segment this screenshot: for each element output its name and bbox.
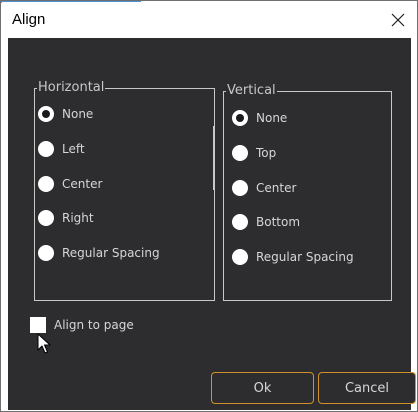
radio-label: Center xyxy=(256,181,297,195)
radio-label: Right xyxy=(62,211,94,225)
close-icon xyxy=(391,13,405,27)
group-divider xyxy=(213,126,214,190)
radio-horizontal-regular-spacing[interactable]: Regular Spacing xyxy=(38,243,160,263)
radio-button[interactable] xyxy=(232,249,248,265)
radio-button[interactable] xyxy=(38,210,54,226)
radio-horizontal-none[interactable]: None xyxy=(38,104,93,124)
radio-vertical-bottom[interactable]: Bottom xyxy=(232,212,300,232)
radio-label: None xyxy=(256,111,288,125)
radio-horizontal-right[interactable]: Right xyxy=(38,208,94,228)
window-title: Align xyxy=(12,11,46,28)
radio-button[interactable] xyxy=(232,145,248,161)
radio-button[interactable] xyxy=(38,245,54,261)
radio-vertical-none[interactable]: None xyxy=(232,108,287,128)
radio-label: Regular Spacing xyxy=(62,246,160,260)
radio-button[interactable] xyxy=(232,180,248,196)
radio-button[interactable] xyxy=(232,214,248,230)
radio-vertical-center[interactable]: Center xyxy=(232,178,296,198)
radio-label: None xyxy=(62,107,94,121)
cancel-button[interactable]: Cancel xyxy=(318,372,416,404)
horizontal-legend: Horizontal xyxy=(37,80,106,95)
checkbox-label: Align to page xyxy=(54,318,134,332)
checkbox-box[interactable] xyxy=(30,317,46,333)
mouse-pointer-icon xyxy=(37,333,51,354)
ok-button[interactable]: Ok xyxy=(211,372,314,404)
radio-button[interactable] xyxy=(38,141,54,157)
dialog-body: Horizontal None Left Center Right Regula… xyxy=(8,38,416,410)
radio-horizontal-center[interactable]: Center xyxy=(38,174,102,194)
radio-vertical-top[interactable]: Top xyxy=(232,143,276,163)
radio-button[interactable] xyxy=(38,176,54,192)
radio-button-checked[interactable] xyxy=(38,106,54,122)
title-bar[interactable]: Align xyxy=(2,2,416,38)
radio-button-checked[interactable] xyxy=(232,110,248,126)
radio-label: Left xyxy=(62,142,85,156)
radio-label: Top xyxy=(256,146,277,160)
align-to-page-checkbox[interactable]: Align to page xyxy=(30,315,134,335)
radio-horizontal-left[interactable]: Left xyxy=(38,139,85,159)
radio-label: Center xyxy=(62,177,103,191)
close-button[interactable] xyxy=(384,6,412,34)
radio-vertical-regular-spacing[interactable]: Regular Spacing xyxy=(232,247,354,267)
align-dialog: Align Horizontal None Left Center Right … xyxy=(0,0,418,412)
vertical-legend: Vertical xyxy=(226,83,277,98)
radio-label: Regular Spacing xyxy=(256,250,354,264)
radio-label: Bottom xyxy=(256,215,301,229)
